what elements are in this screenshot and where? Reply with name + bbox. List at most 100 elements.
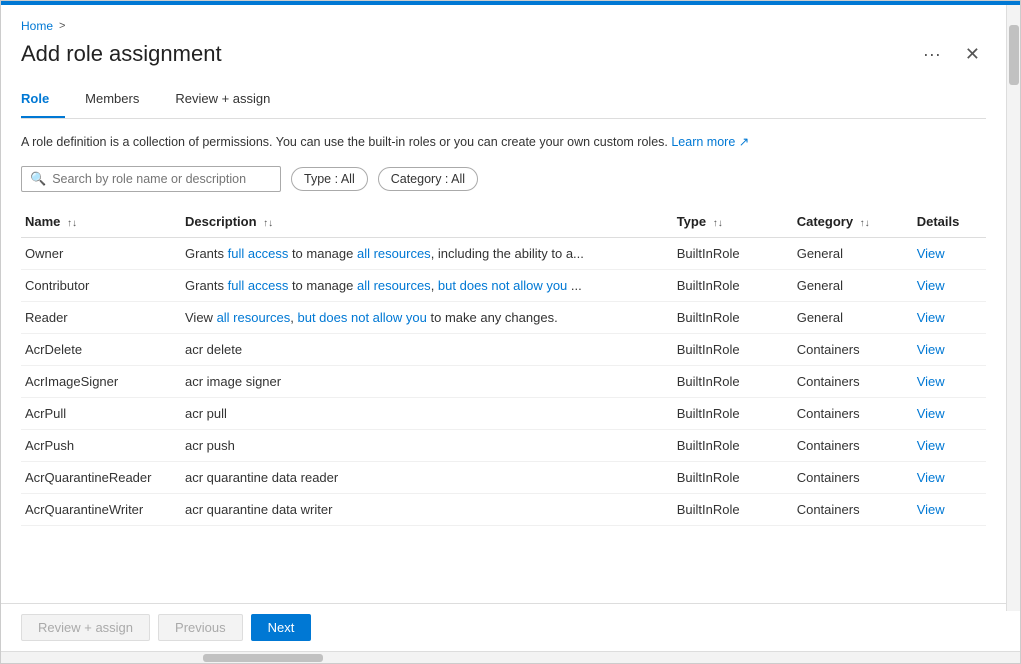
table-row[interactable]: AcrPushacr pushBuiltInRoleContainers View [21,429,986,461]
table-row[interactable]: AcrDeleteacr deleteBuiltInRoleContainers… [21,333,986,365]
close-button[interactable]: ✕ [959,42,986,67]
bottom-scrollbar-thumb [203,654,323,662]
search-input[interactable] [52,172,272,186]
role-type-cell: BuiltInRole [673,493,793,525]
role-description-cell: acr pull [181,397,673,429]
role-category-cell: Containers [793,461,913,493]
content-area: Home > Add role assignment ··· ✕ Role Me… [1,5,1020,603]
page-title: Add role assignment [21,41,222,67]
role-category-cell: Containers [793,493,913,525]
tab-review-assign[interactable]: Review + assign [175,83,286,118]
col-category[interactable]: Category ↑↓ [793,206,913,238]
table-row[interactable]: AcrQuarantineReaderacr quarantine data r… [21,461,986,493]
role-category-cell: General [793,301,913,333]
role-details-cell[interactable]: View [913,429,986,461]
role-category-cell: Containers [793,429,913,461]
role-name-cell: AcrQuarantineWriter [21,493,181,525]
main-content: Home > Add role assignment ··· ✕ Role Me… [1,5,1020,651]
role-name-cell: AcrPush [21,429,181,461]
tabs-container: Role Members Review + assign [21,83,986,119]
role-description-cell: Grants full access to manage all resourc… [181,269,673,301]
next-button[interactable]: Next [251,614,312,641]
view-link[interactable]: View [917,470,945,485]
table-container: Name ↑↓ Description ↑↓ Type ↑↓ Category … [21,206,986,603]
role-description-cell: acr push [181,429,673,461]
external-link-icon: ↗ [739,135,749,149]
type-filter[interactable]: Type : All [291,167,368,191]
view-link[interactable]: View [917,310,945,325]
view-link[interactable]: View [917,374,945,389]
role-details-cell[interactable]: View [913,365,986,397]
table-row[interactable]: OwnerGrants full access to manage all re… [21,237,986,269]
previous-button[interactable]: Previous [158,614,243,641]
header-actions: ··· ✕ [917,42,986,67]
role-description-cell: acr quarantine data writer [181,493,673,525]
role-details-cell[interactable]: View [913,301,986,333]
role-details-cell[interactable]: View [913,461,986,493]
role-type-cell: BuiltInRole [673,365,793,397]
role-type-cell: BuiltInRole [673,397,793,429]
role-type-cell: BuiltInRole [673,269,793,301]
table-row[interactable]: AcrPullacr pullBuiltInRoleContainers View [21,397,986,429]
category-filter[interactable]: Category : All [378,167,478,191]
col-name[interactable]: Name ↑↓ [21,206,181,238]
table-row[interactable]: ContributorGrants full access to manage … [21,269,986,301]
search-icon: 🔍 [30,171,46,187]
footer: Review + assign Previous Next [1,603,1020,651]
role-name-cell: AcrQuarantineReader [21,461,181,493]
role-description-cell: acr delete [181,333,673,365]
role-category-cell: Containers [793,397,913,429]
ellipsis-button[interactable]: ··· [917,42,947,67]
role-category-cell: General [793,237,913,269]
tab-members[interactable]: Members [85,83,155,118]
role-details-cell[interactable]: View [913,333,986,365]
role-category-cell: Containers [793,333,913,365]
review-assign-button[interactable]: Review + assign [21,614,150,641]
role-details-cell[interactable]: View [913,269,986,301]
role-description-cell: Grants full access to manage all resourc… [181,237,673,269]
learn-more-link[interactable]: Learn more ↗ [671,135,749,149]
roles-table: Name ↑↓ Description ↑↓ Type ↑↓ Category … [21,206,986,526]
breadcrumb-separator: > [59,20,65,32]
role-description-cell: acr quarantine data reader [181,461,673,493]
view-link[interactable]: View [917,502,945,517]
filters-row: 🔍 Type : All Category : All [21,166,986,192]
view-link[interactable]: View [917,246,945,261]
role-category-cell: Containers [793,365,913,397]
bottom-scrollbar[interactable] [1,651,1020,663]
breadcrumb-home[interactable]: Home [21,19,53,33]
table-row[interactable]: AcrImageSigneracr image signerBuiltInRol… [21,365,986,397]
description-text: A role definition is a collection of per… [21,133,986,152]
table-row[interactable]: AcrQuarantineWriteracr quarantine data w… [21,493,986,525]
role-category-cell: General [793,269,913,301]
view-link[interactable]: View [917,406,945,421]
breadcrumb: Home > [21,5,986,41]
role-description-cell: acr image signer [181,365,673,397]
col-type[interactable]: Type ↑↓ [673,206,793,238]
table-row[interactable]: ReaderView all resources, but does not a… [21,301,986,333]
role-type-cell: BuiltInRole [673,429,793,461]
view-link[interactable]: View [917,278,945,293]
role-type-cell: BuiltInRole [673,237,793,269]
role-details-cell[interactable]: View [913,493,986,525]
role-description-cell: View all resources, but does not allow y… [181,301,673,333]
page-header: Add role assignment ··· ✕ [21,41,986,83]
role-type-cell: BuiltInRole [673,301,793,333]
role-name-cell: AcrDelete [21,333,181,365]
role-details-cell[interactable]: View [913,237,986,269]
role-name-cell: Owner [21,237,181,269]
view-link[interactable]: View [917,438,945,453]
role-type-cell: BuiltInRole [673,333,793,365]
role-details-cell[interactable]: View [913,397,986,429]
role-name-cell: Reader [21,301,181,333]
view-link[interactable]: View [917,342,945,357]
role-name-cell: Contributor [21,269,181,301]
role-type-cell: BuiltInRole [673,461,793,493]
scrollbar-thumb [1009,25,1019,85]
tab-role[interactable]: Role [21,83,65,118]
scrollbar[interactable] [1006,5,1020,611]
search-box[interactable]: 🔍 [21,166,281,192]
col-details: Details [913,206,986,238]
role-name-cell: AcrPull [21,397,181,429]
col-description[interactable]: Description ↑↓ [181,206,673,238]
